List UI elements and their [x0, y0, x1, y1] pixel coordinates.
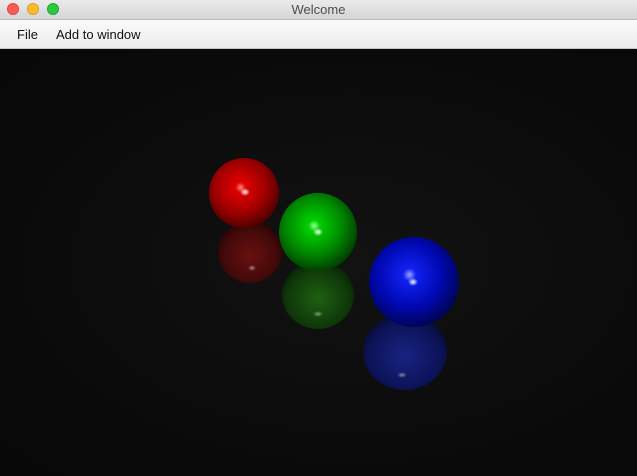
green-sphere[interactable] [279, 193, 357, 271]
blue-sphere[interactable] [369, 237, 459, 327]
red-sphere-reflection [218, 221, 282, 283]
red-sphere[interactable] [209, 158, 279, 228]
3d-canvas[interactable] [0, 49, 637, 476]
menu-add-to-window[interactable]: Add to window [56, 27, 141, 43]
title-bar[interactable]: Welcome [0, 0, 637, 20]
app-window: Welcome File Add to window [0, 0, 637, 476]
window-title: Welcome [291, 2, 346, 17]
menu-bar: File Add to window [0, 20, 637, 49]
scene-render [209, 158, 459, 390]
green-sphere-reflection [282, 261, 354, 329]
menu-file[interactable]: File [17, 27, 38, 43]
